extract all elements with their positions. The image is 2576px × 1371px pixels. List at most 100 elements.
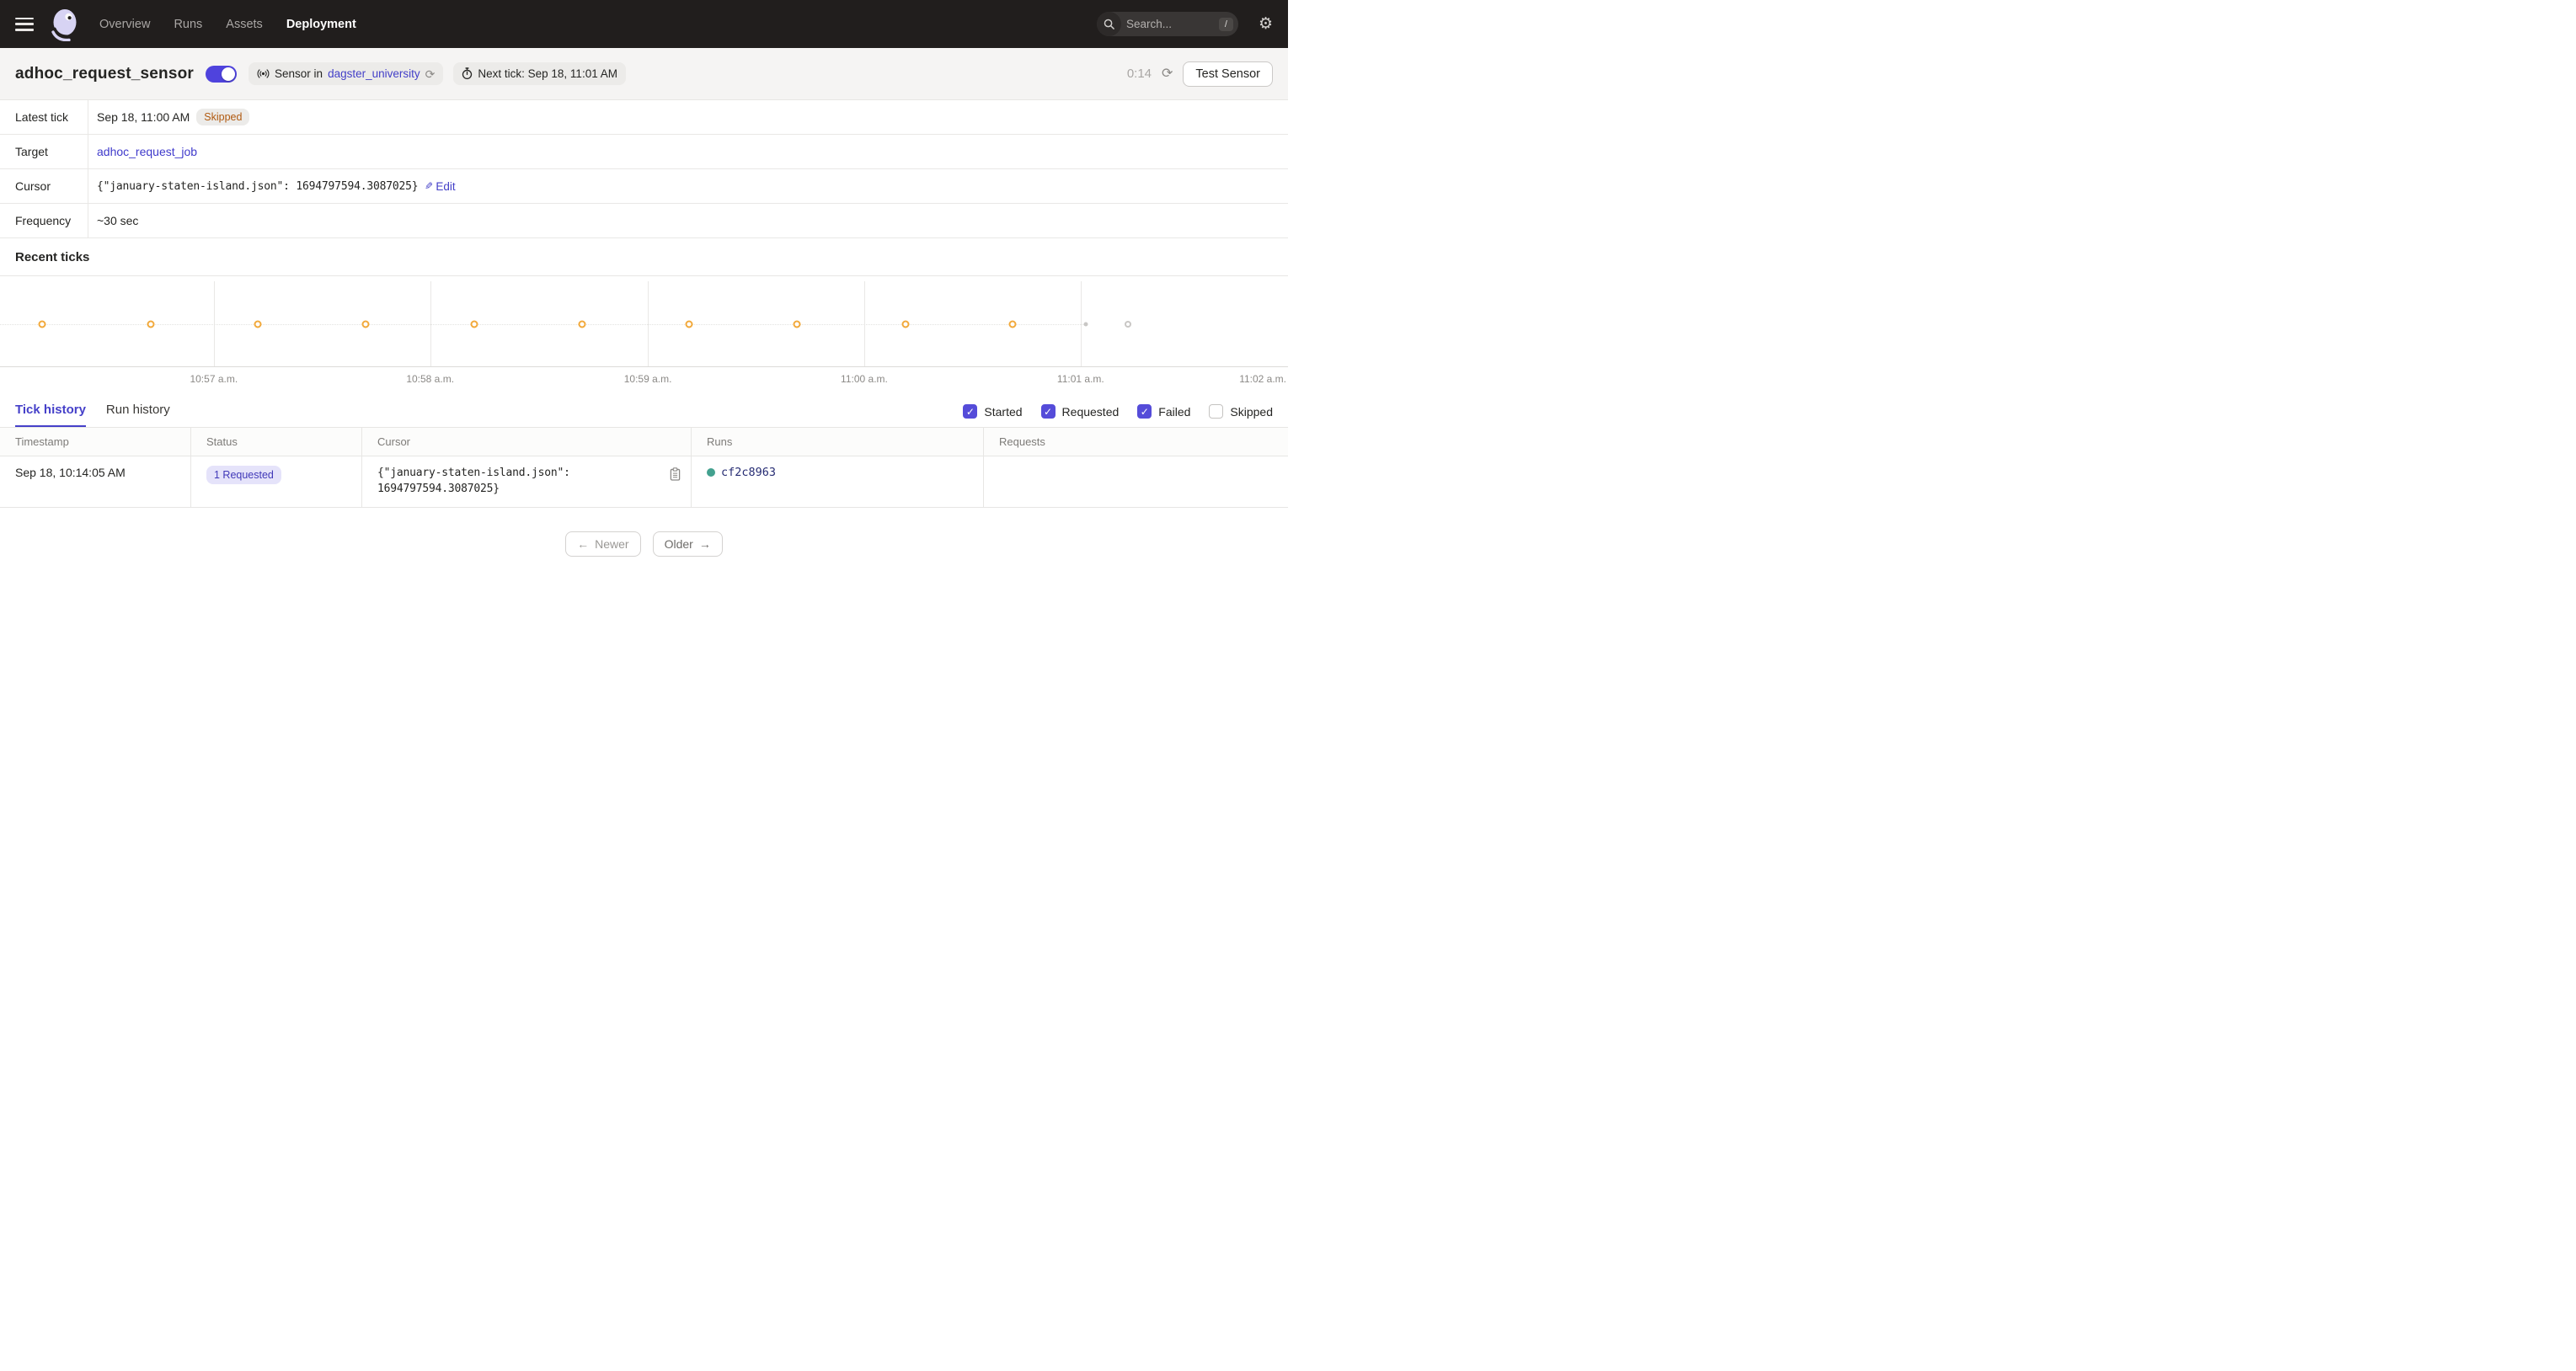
nav-item-overview[interactable]: Overview <box>99 18 150 31</box>
tab-run-history[interactable]: Run history <box>106 403 170 427</box>
left-arrow-icon: ← <box>577 537 589 551</box>
refresh-countdown: 0:14 <box>1127 67 1152 81</box>
filter-requested[interactable]: ✓Requested <box>1041 404 1120 419</box>
sensor-in-label: Sensor in <box>275 67 323 80</box>
axis-tick-label: 11:00 a.m. <box>841 373 888 385</box>
col-header-status: Status <box>191 428 362 456</box>
latest-tick-time: Sep 18, 11:00 AM <box>97 110 190 124</box>
nav-items: Overview Runs Assets Deployment <box>99 18 356 31</box>
gear-icon[interactable]: ⚙ <box>1259 16 1273 32</box>
filter-failed[interactable]: ✓Failed <box>1137 404 1190 419</box>
checkbox-icon: ✓ <box>963 404 977 419</box>
checkbox-icon: ✓ <box>1209 404 1223 419</box>
sensor-location-badge: Sensor in dagster_university ⟳ <box>249 62 443 85</box>
tick-skipped[interactable] <box>579 320 586 328</box>
search-icon <box>1097 12 1121 36</box>
code-location-link[interactable]: dagster_university <box>328 67 420 80</box>
cell-timestamp: Sep 18, 10:14:05 AM <box>0 456 191 507</box>
broadcast-icon <box>257 68 270 79</box>
dagster-logo-icon[interactable] <box>47 8 81 41</box>
cell-cursor: {"january-staten-island.json": 169479759… <box>362 456 692 507</box>
tick-history-table: Timestamp Status Cursor Runs Requests Se… <box>0 427 1288 508</box>
next-tick-badge: Next tick: Sep 18, 11:01 AM <box>453 62 626 85</box>
filter-started[interactable]: ✓Started <box>963 404 1022 419</box>
tick-upcoming <box>1125 321 1131 328</box>
timeline-baseline <box>0 324 1086 325</box>
requested-badge[interactable]: 1 Requested <box>206 466 281 484</box>
frequency-value: ~30 sec <box>97 214 138 227</box>
filter-skipped[interactable]: ✓Skipped <box>1209 404 1273 419</box>
reload-location-icon[interactable]: ⟳ <box>425 68 436 80</box>
meta-row-target: Target adhoc_request_job <box>0 135 1288 169</box>
timeline-axis-labels: 10:57 a.m. 10:58 a.m. 10:59 a.m. 11:00 a.m.… <box>0 367 1288 389</box>
right-arrow-icon: → <box>699 537 711 551</box>
tick-skipped[interactable] <box>1008 320 1016 328</box>
latest-tick-status-badge: Skipped <box>196 109 249 125</box>
search-input[interactable] <box>1121 18 1219 30</box>
col-header-requests: Requests <box>984 428 1288 456</box>
next-tick-label: Next tick: Sep 18, 11:01 AM <box>478 67 617 80</box>
history-tabs-row: Tick history Run history ✓Started ✓Reque… <box>0 389 1288 427</box>
axis-tick-label: 11:01 a.m. <box>1057 373 1104 385</box>
menu-icon[interactable] <box>15 18 34 31</box>
meta-label: Latest tick <box>0 100 88 134</box>
top-navigation: Overview Runs Assets Deployment / ⚙ <box>0 0 1288 48</box>
table-header-row: Timestamp Status Cursor Runs Requests <box>0 428 1288 456</box>
checkbox-icon: ✓ <box>1137 404 1152 419</box>
newer-button[interactable]: ←Newer <box>565 531 640 557</box>
tick-skipped[interactable] <box>147 320 154 328</box>
pagination: ←Newer Older→ <box>0 531 1288 557</box>
tick-skipped[interactable] <box>901 320 909 328</box>
tick-skipped[interactable] <box>39 320 46 328</box>
meta-row-latest-tick: Latest tick Sep 18, 11:00 AM Skipped <box>0 100 1288 135</box>
refresh-icon[interactable]: ⟳ <box>1162 67 1173 81</box>
edit-cursor-link[interactable]: ✎Edit <box>425 180 455 193</box>
nav-item-deployment[interactable]: Deployment <box>286 18 356 31</box>
sensor-header: adhoc_request_sensor Sensor in dagster_u… <box>0 48 1288 100</box>
cursor-value: {"january-staten-island.json": 169479759… <box>97 180 418 193</box>
table-row: Sep 18, 10:14:05 AM 1 Requested {"januar… <box>0 456 1288 508</box>
cell-requests <box>984 456 1288 507</box>
tick-skipped[interactable] <box>794 320 801 328</box>
cell-runs: cf2c8963 <box>692 456 984 507</box>
cell-status: 1 Requested <box>191 456 362 507</box>
col-header-timestamp: Timestamp <box>0 428 191 456</box>
status-filters: ✓Started ✓Requested ✓Failed ✓Skipped <box>963 404 1273 427</box>
meta-label: Frequency <box>0 204 88 237</box>
target-job-link[interactable]: adhoc_request_job <box>97 145 197 158</box>
meta-row-cursor: Cursor {"january-staten-island.json": 16… <box>0 169 1288 204</box>
axis-tick-label: 10:59 a.m. <box>624 373 672 385</box>
tick-skipped[interactable] <box>686 320 693 328</box>
axis-tick-label: 11:02 a.m. <box>1239 373 1286 385</box>
tick-skipped[interactable] <box>254 320 261 328</box>
search-box[interactable]: / <box>1097 12 1238 36</box>
meta-row-frequency: Frequency ~30 sec <box>0 204 1288 238</box>
axis-tick-label: 10:57 a.m. <box>190 373 238 385</box>
meta-label: Cursor <box>0 169 88 203</box>
tick-skipped[interactable] <box>362 320 370 328</box>
row-cursor-value: {"january-staten-island.json": 169479759… <box>377 466 630 498</box>
checkbox-icon: ✓ <box>1041 404 1056 419</box>
stopwatch-icon <box>462 67 473 80</box>
run-id-link[interactable]: cf2c8963 <box>721 466 776 479</box>
recent-ticks-title: Recent ticks <box>0 238 1288 275</box>
meta-label: Target <box>0 135 88 168</box>
copy-cursor-icon[interactable] <box>670 467 681 483</box>
tab-tick-history[interactable]: Tick history <box>15 403 86 427</box>
nav-item-runs[interactable]: Runs <box>174 18 202 31</box>
col-header-cursor: Cursor <box>362 428 692 456</box>
tick-cursor <box>1083 322 1088 326</box>
sensor-toggle[interactable] <box>206 66 237 83</box>
search-shortcut-badge: / <box>1219 18 1233 31</box>
sensor-metadata: Latest tick Sep 18, 11:00 AM Skipped Tar… <box>0 100 1288 238</box>
run-status-dot <box>707 468 715 477</box>
page-title: adhoc_request_sensor <box>15 65 194 83</box>
axis-tick-label: 10:58 a.m. <box>406 373 454 385</box>
recent-ticks-timeline <box>0 275 1288 366</box>
test-sensor-button[interactable]: Test Sensor <box>1183 61 1273 87</box>
older-button[interactable]: Older→ <box>653 531 723 557</box>
col-header-runs: Runs <box>692 428 984 456</box>
tick-skipped[interactable] <box>470 320 478 328</box>
nav-item-assets[interactable]: Assets <box>226 18 263 31</box>
pencil-icon: ✎ <box>425 180 433 192</box>
